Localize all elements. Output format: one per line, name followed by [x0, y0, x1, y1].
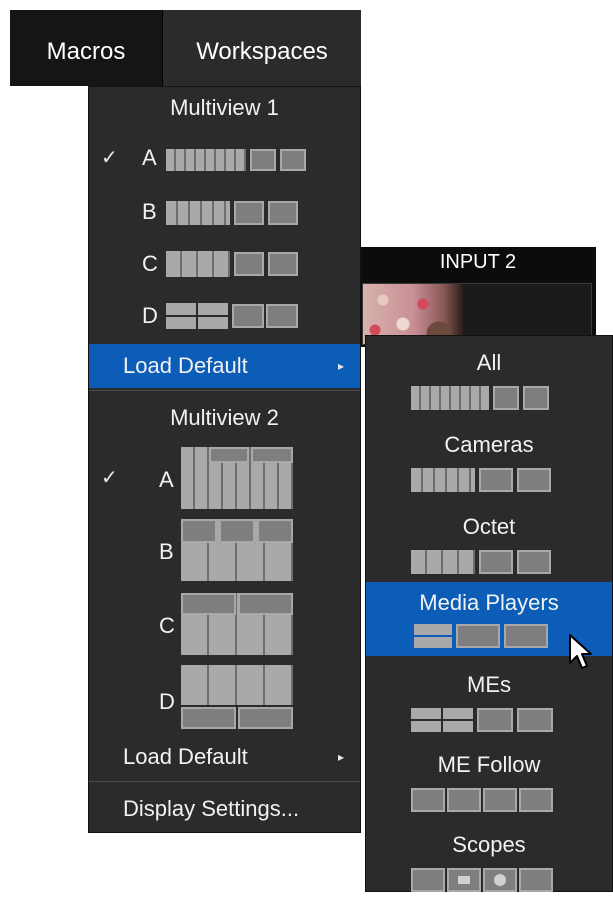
option-letter: B — [142, 199, 157, 224]
load-default-1[interactable]: Load Default ▸ — [89, 344, 360, 388]
load-default-submenu: All Cameras Octet Media Players MEs ME F… — [365, 335, 613, 892]
display-settings-item[interactable]: Display Settings... — [89, 787, 360, 831]
submenu-item-me-follow[interactable]: ME Follow — [366, 744, 612, 824]
submenu-item-label: Scopes — [452, 832, 526, 857]
option-letter: A — [142, 145, 157, 170]
option-letter: D — [142, 303, 158, 328]
load-default-label: Load Default — [123, 353, 248, 378]
submenu-item-mes[interactable]: MEs — [366, 664, 612, 744]
divider — [89, 781, 360, 782]
check-icon: ✓ — [101, 147, 118, 169]
display-settings-label: Display Settings... — [123, 796, 300, 821]
option-letter: D — [159, 689, 175, 714]
load-default-label: Load Default — [123, 744, 248, 769]
menu-workspaces[interactable]: Workspaces — [163, 10, 361, 86]
mv1-option-b[interactable]: B — [89, 191, 360, 235]
submenu-arrow-icon: ▸ — [337, 359, 344, 373]
menu-bar: Macros Workspaces — [10, 10, 361, 86]
submenu-item-all[interactable]: All — [366, 342, 612, 422]
input-label: INPUT 2 — [439, 251, 517, 273]
submenu-item-label: ME Follow — [437, 752, 541, 777]
workspaces-dropdown: Multiview 1 ✓ A B C D Load Default ▸ Mul… — [88, 86, 361, 833]
check-icon: ✓ — [101, 467, 118, 489]
mv1-option-c[interactable]: C — [89, 241, 360, 287]
mouse-cursor-icon — [569, 634, 592, 669]
submenu-item-label: Cameras — [444, 432, 534, 457]
mv1-option-a[interactable]: ✓ A — [89, 137, 360, 181]
divider — [89, 390, 360, 391]
mv1-option-d[interactable]: D — [89, 293, 360, 339]
submenu-item-scopes[interactable]: Scopes — [366, 824, 612, 904]
multiview2-header: Multiview 2 — [170, 405, 279, 430]
mv2-option-d[interactable]: D — [89, 663, 360, 735]
option-letter: B — [159, 539, 174, 564]
submenu-item-label: Media Players — [419, 590, 559, 615]
submenu-arrow-icon: ▸ — [337, 750, 344, 764]
submenu-item-label: Octet — [462, 514, 516, 539]
submenu-item-label: All — [476, 350, 502, 375]
menu-macros[interactable]: Macros — [10, 10, 162, 86]
option-letter: C — [159, 613, 175, 638]
submenu-item-label: MEs — [467, 672, 511, 697]
submenu-item-cameras[interactable]: Cameras — [366, 424, 612, 504]
mv2-option-b[interactable]: B — [89, 517, 360, 585]
mv2-option-a[interactable]: ✓ A — [89, 443, 360, 511]
mv2-option-c[interactable]: C — [89, 591, 360, 659]
option-letter: A — [159, 467, 174, 492]
submenu-item-octet[interactable]: Octet — [366, 506, 612, 586]
multiview1-header: Multiview 1 — [170, 95, 279, 120]
option-letter: C — [142, 251, 158, 276]
input-preview: INPUT 2 — [360, 247, 596, 347]
load-default-2[interactable]: Load Default ▸ — [89, 735, 360, 779]
